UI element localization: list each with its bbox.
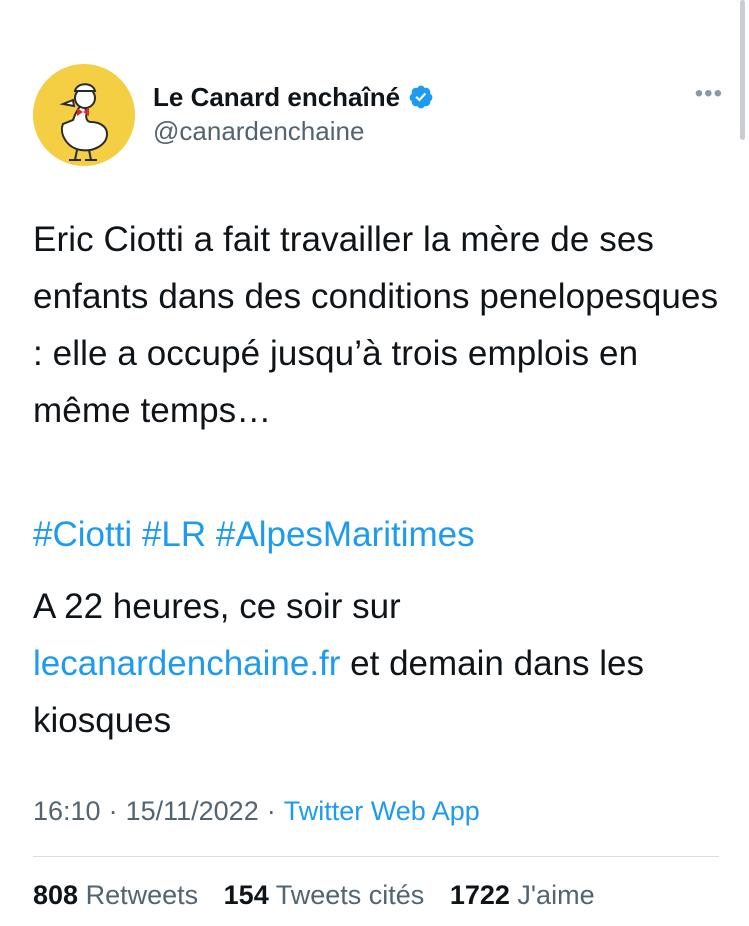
tweet-meta: 16:10 · 15/11/2022 · Twitter Web App [33, 794, 480, 828]
account-handle[interactable]: @canardenchaine [153, 116, 434, 147]
hashtag-ciotti[interactable]: #Ciotti [33, 515, 132, 554]
likes-stat[interactable]: 1722 J'aime [450, 880, 595, 910]
verified-badge-icon [408, 84, 434, 110]
account-names: Le Canard enchaîné @canardenchaine [153, 80, 434, 147]
tweet-header: Le Canard enchaîné @canardenchaine ••• [33, 64, 723, 168]
meta-separator: · [108, 796, 118, 826]
retweets-label: Retweets [85, 880, 199, 910]
hashtag-alpesmaritimes[interactable]: #AlpesMaritimes [216, 515, 475, 554]
website-link[interactable]: lecanardenchaine.fr [33, 644, 340, 683]
quotes-count: 154 [223, 880, 269, 910]
retweets-stat[interactable]: 808 Retweets [33, 880, 198, 910]
tweet-body: Eric Ciotti a fait travailler la mère de… [33, 220, 719, 430]
tweet-stats: 808 Retweets 154 Tweets cités 1722 J'aim… [33, 878, 613, 912]
hashtags: #Ciotti #LR #AlpesMaritimes [33, 506, 475, 563]
hashtag-lr[interactable]: #LR [142, 515, 206, 554]
avatar[interactable] [33, 64, 135, 166]
quotes-label: Tweets cités [275, 880, 425, 910]
likes-count: 1722 [449, 880, 510, 910]
tweet-second-paragraph: A 22 heures, ce soir sur lecanardenchain… [33, 578, 723, 749]
likes-label: J'aime [517, 880, 595, 910]
divider [33, 856, 719, 857]
more-dots-icon[interactable]: ••• [695, 82, 723, 106]
quotes-stat[interactable]: 154 Tweets cités [224, 880, 425, 910]
tweet-source[interactable]: Twitter Web App [284, 796, 480, 826]
duck-logo-icon [59, 83, 109, 161]
tweet-time[interactable]: 16:10 [33, 796, 101, 826]
retweets-count: 808 [33, 880, 79, 910]
display-name[interactable]: Le Canard enchaîné [153, 82, 400, 113]
scrollbar[interactable] [740, 0, 745, 140]
tweet-text: Eric Ciotti a fait travailler la mère de… [33, 211, 723, 439]
tweet-date[interactable]: 15/11/2022 [126, 796, 259, 826]
second-text-before: A 22 heures, ce soir sur [33, 587, 401, 626]
meta-separator-2: · [266, 796, 276, 826]
